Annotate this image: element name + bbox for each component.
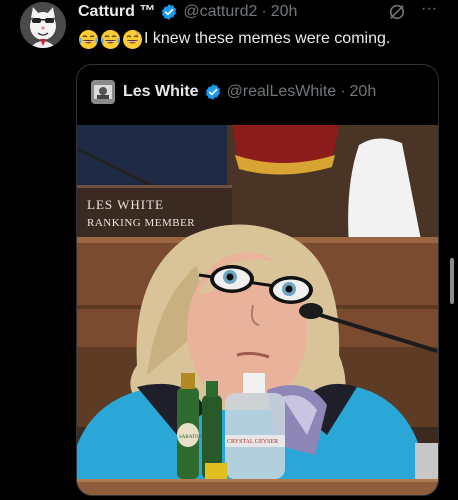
bottle-label: SARATOGA [179,435,206,440]
tears-of-joy-icon [100,29,121,50]
more-icon[interactable]: ··· [418,1,440,20]
nameplate-line2: RANKING MEMBER [87,217,195,229]
timestamp[interactable]: 20h [271,3,298,21]
quoted-tweet-header: Les White @realLesWhite · 20h [91,79,376,105]
grinning-sweat-icon [122,29,143,50]
tweet: Catturd ™ @catturd2 · 20h ··· I knew the… [0,0,458,500]
quoted-tweet-card[interactable]: Les White @realLesWhite · 20h LES WHITE … [76,64,439,496]
quoted-author-avatar[interactable] [91,80,115,104]
quoted-author-name[interactable]: Les White [123,83,199,101]
author-handle[interactable]: @catturd2 [183,3,257,21]
quoted-timestamp[interactable]: 20h [350,83,377,101]
quoted-tweet-image[interactable]: LES WHITE RANKING MEMBER SARATOGA CRYSTA… [77,125,438,495]
grok-icon[interactable] [388,3,406,21]
nameplate-line1: LES WHITE [87,197,164,212]
tears-of-joy-icon [78,29,99,50]
author-name[interactable]: Catturd ™ [78,3,155,21]
quoted-author-handle[interactable]: @realLesWhite [227,83,337,101]
verified-badge-icon [160,3,178,21]
scrollbar[interactable] [450,258,454,304]
tweet-header: Catturd ™ @catturd2 · 20h [78,2,297,22]
separator-dot: · [261,3,267,20]
tweet-text-content: I knew these memes were coming. [144,30,391,47]
water-label: CRYSTAL GEYSER [227,439,278,445]
verified-badge-icon [204,83,222,101]
separator-dot: · [340,83,346,100]
author-avatar[interactable] [20,2,66,48]
tweet-text: I knew these memes were coming. [78,28,390,50]
